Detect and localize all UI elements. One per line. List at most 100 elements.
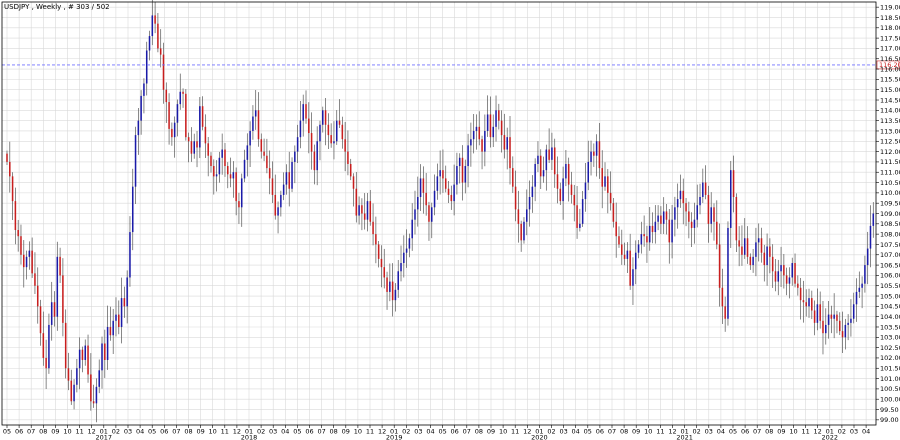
candle-down <box>274 194 277 216</box>
candle-up <box>752 256 754 266</box>
candle-up <box>98 370 100 387</box>
candle-up <box>28 250 31 257</box>
candle-down <box>741 246 743 255</box>
x-month-label: 02 <box>547 428 555 436</box>
candle-up <box>405 248 408 253</box>
candle-down <box>196 141 198 148</box>
candle-up <box>584 182 587 200</box>
candle-down <box>478 126 481 140</box>
candle-down <box>688 211 690 222</box>
x-month-label: 04 <box>862 428 870 436</box>
candle-up <box>296 137 299 152</box>
candle-up <box>106 326 109 361</box>
candle-down <box>738 240 740 247</box>
x-month-label: 11 <box>75 428 83 436</box>
candle-down <box>87 345 89 375</box>
candle-up <box>595 141 598 156</box>
candle-down <box>774 271 777 282</box>
candle-down <box>39 306 42 334</box>
candle-up <box>495 110 497 127</box>
candle-up <box>397 271 399 290</box>
candle-down <box>14 201 17 231</box>
candle-up <box>439 170 441 177</box>
candle-up <box>671 219 673 243</box>
candle-down <box>386 277 388 292</box>
candle-down <box>573 194 576 206</box>
y-tick-label: 119.00 <box>880 3 900 11</box>
x-month-label: 08 <box>330 428 338 436</box>
candle-up <box>565 163 567 179</box>
candle-down <box>92 401 95 404</box>
candle-down <box>34 273 36 286</box>
candle-up <box>78 349 81 369</box>
candle-down <box>447 188 450 195</box>
x-month-label: 09 <box>777 428 785 436</box>
candle-down <box>760 238 763 253</box>
candle-up <box>120 298 123 327</box>
candle-up <box>696 205 698 220</box>
candle-up <box>221 149 223 158</box>
candle-down <box>171 128 173 138</box>
x-month-label: 04 <box>717 428 725 436</box>
candle-down <box>520 223 522 241</box>
x-month-label: 08 <box>39 428 47 436</box>
y-tick-label: 106.50 <box>880 261 900 269</box>
y-tick-label: 99.50 <box>880 406 899 414</box>
candle-down <box>9 161 11 177</box>
candle-down <box>607 176 609 193</box>
candle-down <box>20 236 22 255</box>
candle-down <box>660 215 662 224</box>
candle-up <box>825 324 827 334</box>
candle-up <box>173 122 176 138</box>
x-month-label: 06 <box>596 428 604 436</box>
candle-up <box>179 91 182 105</box>
candle-down <box>799 287 802 301</box>
candle-up <box>676 199 679 208</box>
chart-background <box>0 0 900 440</box>
x-month-label: 02 <box>693 428 701 436</box>
candle-up <box>417 196 419 210</box>
candle-up <box>581 199 584 224</box>
x-month-label: 07 <box>317 428 325 436</box>
y-tick-label: 113.50 <box>880 117 900 125</box>
candle-up <box>101 343 103 371</box>
candle-up <box>545 149 548 171</box>
candle-up <box>319 124 321 142</box>
y-tick-label: 109.50 <box>880 199 900 207</box>
candle-down <box>769 246 771 257</box>
candle-up <box>115 314 117 321</box>
y-tick-label: 111.00 <box>880 169 900 177</box>
y-tick-label: 112.00 <box>880 148 900 156</box>
candle-down <box>224 149 226 167</box>
candle-down <box>104 343 106 361</box>
candle-up <box>215 174 218 177</box>
candle-down <box>724 306 726 319</box>
candle-down <box>539 155 542 177</box>
candle-down <box>109 326 112 336</box>
x-month-label: 09 <box>487 428 495 436</box>
candle-down <box>375 234 377 245</box>
candle-down <box>514 186 517 210</box>
x-year-label: 2017 <box>96 434 113 440</box>
candle-down <box>67 368 70 381</box>
candle-down <box>159 48 162 55</box>
y-tick-label: 100.50 <box>880 385 900 393</box>
y-tick-label: 114.00 <box>880 107 900 115</box>
candle-down <box>363 213 366 220</box>
candle-up <box>710 207 712 224</box>
x-month-label: 08 <box>620 428 628 436</box>
candle-up <box>872 213 875 226</box>
x-month-label: 07 <box>172 428 180 436</box>
y-tick-label: 116.50 <box>880 55 900 63</box>
x-month-label: 09 <box>342 428 350 436</box>
x-month-label: 02 <box>257 428 265 436</box>
candle-up <box>484 130 486 152</box>
candle-down <box>380 258 383 268</box>
candle-down <box>646 236 648 243</box>
candle-up <box>25 256 28 268</box>
x-month-label: 09 <box>632 428 640 436</box>
x-month-label: 11 <box>801 428 809 436</box>
x-month-label: 04 <box>572 428 580 436</box>
candle-up <box>148 36 151 51</box>
candle-down <box>391 281 394 301</box>
